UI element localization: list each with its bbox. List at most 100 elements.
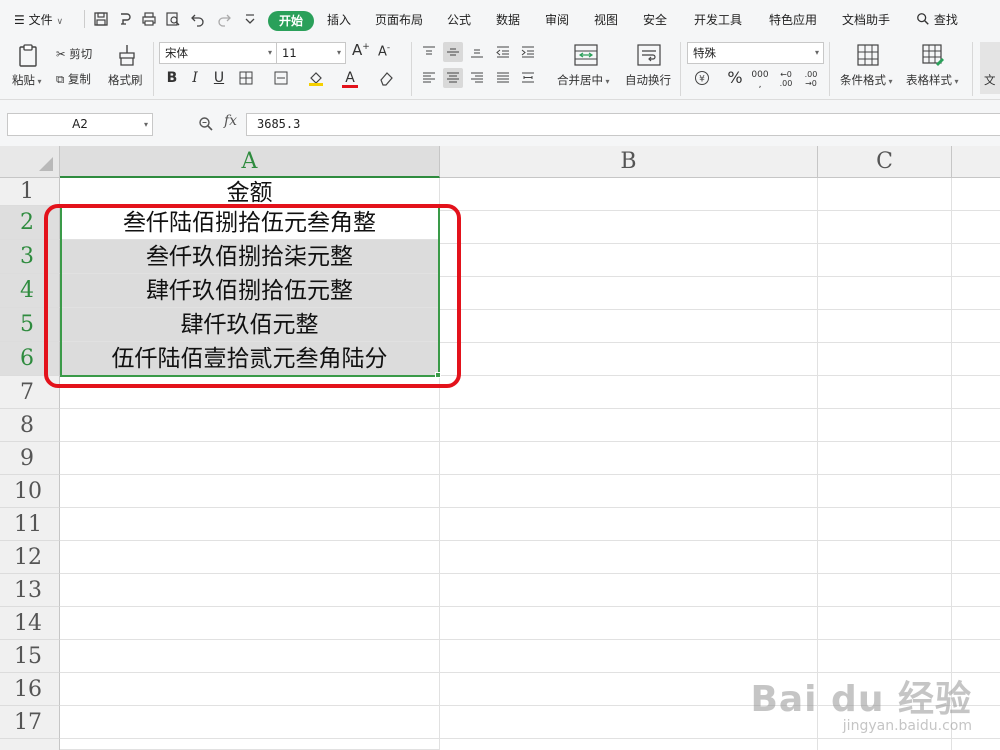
cell-a6[interactable]: 伍仟陆佰壹拾贰元叁角陆分 [60, 342, 440, 376]
row-header-3[interactable]: 3 [0, 240, 60, 274]
row-header-16[interactable]: 16 [0, 673, 60, 706]
thousands-separator-icon[interactable]: 000, [750, 68, 770, 90]
decrease-decimal-icon[interactable]: .00 →0 [801, 68, 821, 88]
currency-icon[interactable]: ¥ [692, 68, 712, 88]
tab-developer[interactable]: 开发工具 [694, 10, 742, 30]
copy-button[interactable]: ⧉ 复制 [56, 71, 91, 87]
search-button[interactable]: 查找 [916, 10, 958, 30]
row-header-6[interactable]: 6 [0, 342, 60, 376]
cell-a5[interactable]: 肆仟玖佰元整 [60, 308, 440, 342]
merge-center-button[interactable]: 合并居中 ▾ [557, 72, 610, 88]
fill-color-icon[interactable] [306, 68, 326, 88]
wrap-text-button[interactable]: 自动换行 [625, 72, 671, 88]
row-header-2[interactable]: 2 [0, 206, 60, 240]
merge-center-icon[interactable] [574, 44, 598, 66]
align-top-icon[interactable] [419, 42, 439, 62]
conditional-format-button[interactable]: 条件格式 ▾ [840, 72, 893, 88]
formula-input[interactable]: 3685.3 [246, 113, 1000, 136]
italic-icon[interactable]: I [185, 68, 205, 88]
column-header-a[interactable]: A [60, 146, 440, 178]
row-header-12[interactable]: 12 [0, 541, 60, 574]
increase-decimal-icon[interactable]: ←0.00 [776, 68, 796, 88]
tab-home[interactable]: 开始 [268, 11, 315, 31]
select-all-corner[interactable] [0, 146, 60, 178]
justify-icon[interactable] [493, 68, 513, 88]
align-bottom-icon[interactable] [467, 42, 487, 62]
column-header-d[interactable] [952, 146, 1000, 178]
row-header-13[interactable]: 13 [0, 574, 60, 607]
format-painter-icon[interactable] [116, 43, 138, 67]
cells-column-d[interactable] [952, 178, 1000, 750]
customize-toolbar-icon[interactable] [242, 11, 258, 27]
insert-function-button[interactable]: fx [224, 113, 237, 129]
paste-button[interactable]: 粘贴 ▾ [12, 72, 42, 88]
row-header-5[interactable]: 5 [0, 308, 60, 342]
tab-insert[interactable]: 插入 [327, 10, 351, 30]
table-style-icon[interactable] [922, 44, 944, 66]
align-middle-icon[interactable] [443, 42, 463, 62]
row-header-10[interactable]: 10 [0, 475, 60, 508]
tab-formulas[interactable]: 公式 [447, 10, 471, 30]
cut-button[interactable]: ✂ 剪切 [56, 46, 92, 62]
fill-handle[interactable] [435, 372, 441, 378]
doc-button[interactable]: 文 [980, 42, 1000, 94]
column-header-b[interactable]: B [440, 146, 818, 178]
cell-a4[interactable]: 肆仟玖佰捌拾伍元整 [60, 274, 440, 308]
cells-column-c[interactable] [818, 178, 952, 750]
export-pdf-icon[interactable] [117, 11, 133, 27]
name-box[interactable]: A2 ▾ [7, 113, 153, 136]
tab-security[interactable]: 安全 [643, 10, 667, 30]
cell-a3[interactable]: 叁仟玖佰捌拾柒元整 [60, 240, 440, 274]
tab-special-apps[interactable]: 特色应用 [769, 10, 817, 30]
increase-indent-icon[interactable] [518, 42, 538, 62]
tab-review[interactable]: 审阅 [545, 10, 569, 30]
row-header-15[interactable]: 15 [0, 640, 60, 673]
undo-icon[interactable] [190, 11, 206, 27]
zoom-icon[interactable] [198, 116, 214, 132]
conditional-format-icon[interactable] [857, 44, 879, 66]
font-name-select[interactable]: 宋体 ▾ [159, 42, 277, 64]
align-center-icon[interactable] [443, 68, 463, 88]
increase-font-icon[interactable]: A+ [352, 41, 370, 59]
tab-data[interactable]: 数据 [496, 10, 520, 30]
cell-range-a7-a17[interactable] [60, 376, 440, 750]
row-header-7[interactable]: 7 [0, 376, 60, 409]
column-header-c[interactable]: C [818, 146, 952, 178]
row-header-18[interactable] [0, 739, 60, 750]
align-left-icon[interactable] [419, 68, 439, 88]
borders-icon[interactable] [236, 68, 256, 88]
row-header-14[interactable]: 14 [0, 607, 60, 640]
tab-doc-assistant[interactable]: 文档助手 [842, 10, 890, 30]
row-header-9[interactable]: 9 [0, 442, 60, 475]
save-icon[interactable] [93, 11, 109, 27]
row-header-4[interactable]: 4 [0, 274, 60, 308]
align-right-icon[interactable] [467, 68, 487, 88]
distributed-align-icon[interactable] [518, 68, 538, 88]
cell-a1[interactable]: 金额 [60, 178, 440, 206]
decrease-font-icon[interactable]: A- [378, 43, 390, 59]
redo-icon[interactable] [216, 11, 232, 27]
clear-format-icon[interactable] [376, 68, 396, 88]
cells-column-b[interactable] [440, 178, 818, 750]
cell-a2[interactable]: 叁仟陆佰捌拾伍元叁角整 [60, 206, 440, 240]
font-size-select[interactable]: 11 ▾ [276, 42, 346, 64]
file-menu[interactable]: ☰ 文件 ∨ [14, 10, 63, 30]
row-header-11[interactable]: 11 [0, 508, 60, 541]
print-icon[interactable] [141, 11, 157, 27]
decrease-indent-icon[interactable] [493, 42, 513, 62]
table-style-button[interactable]: 表格样式 ▾ [906, 72, 959, 88]
tab-page-layout[interactable]: 页面布局 [375, 10, 423, 30]
paste-icon[interactable] [17, 44, 39, 68]
wrap-text-icon[interactable] [637, 44, 661, 66]
tab-view[interactable]: 视图 [594, 10, 618, 30]
underline-icon[interactable]: U [209, 68, 229, 88]
cell-style-icon[interactable] [271, 68, 291, 88]
font-color-icon[interactable]: A [340, 68, 360, 88]
format-painter-button[interactable]: 格式刷 [108, 72, 143, 88]
row-header-17[interactable]: 17 [0, 706, 60, 739]
bold-icon[interactable]: B [162, 68, 182, 88]
percent-icon[interactable]: % [725, 68, 745, 88]
row-header-8[interactable]: 8 [0, 409, 60, 442]
number-format-select[interactable]: 特殊 ▾ [687, 42, 824, 64]
row-header-1[interactable]: 1 [0, 178, 60, 206]
